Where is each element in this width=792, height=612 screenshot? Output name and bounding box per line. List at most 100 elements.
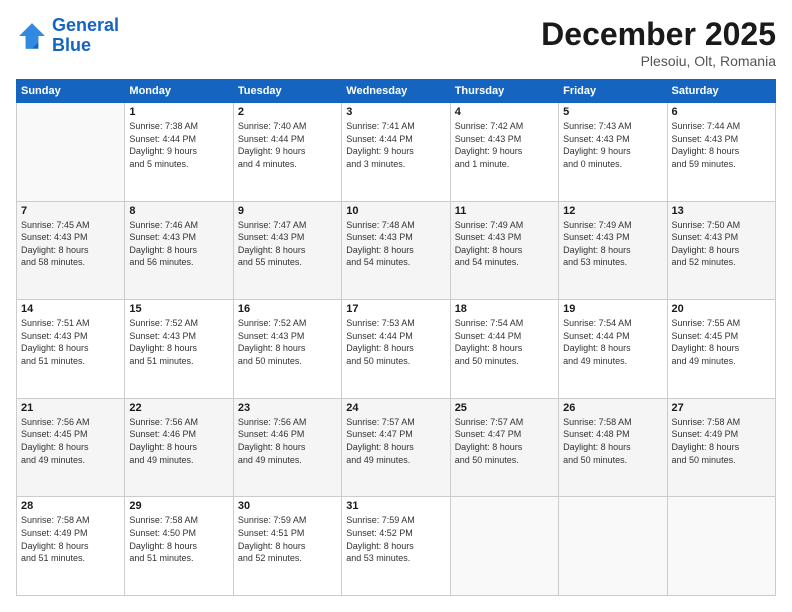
week-row-1: 1 Sunrise: 7:38 AM Sunset: 4:44 PM Daylig… bbox=[17, 103, 776, 202]
cell-w5-d0: 28 Sunrise: 7:58 AM Sunset: 4:49 PM Dayli… bbox=[17, 497, 125, 596]
header-row: Sunday Monday Tuesday Wednesday Thursday… bbox=[17, 80, 776, 103]
col-wednesday: Wednesday bbox=[342, 80, 450, 103]
day-number: 31 bbox=[346, 500, 445, 512]
cell-w1-d5: 5Sunrise: 7:43 AM Sunset: 4:43 PM Daylig… bbox=[559, 103, 667, 202]
cell-w1-d1: 1 Sunrise: 7:38 AM Sunset: 4:44 PM Daylig… bbox=[125, 103, 233, 202]
week-row-2: 7Sunrise: 7:45 AM Sunset: 4:43 PM Daylig… bbox=[17, 201, 776, 300]
col-tuesday: Tuesday bbox=[233, 80, 341, 103]
cell-w1-d2: 2 Sunrise: 7:40 AM Sunset: 4:44 PM Daylig… bbox=[233, 103, 341, 202]
cell-w1-d3: 3 Sunrise: 7:41 AM Sunset: 4:44 PM Daylig… bbox=[342, 103, 450, 202]
day-info: Sunrise: 7:58 AM Sunset: 4:49 PM Dayligh… bbox=[672, 416, 771, 466]
day-number: 15 bbox=[129, 303, 228, 315]
day-info: Sunrise: 7:55 AM Sunset: 4:45 PM Dayligh… bbox=[672, 317, 771, 367]
cell-w4-d6: 27 Sunrise: 7:58 AM Sunset: 4:49 PM Dayli… bbox=[667, 398, 775, 497]
logo-line2: Blue bbox=[52, 35, 91, 55]
cell-w1-d4: 4Sunrise: 7:42 AM Sunset: 4:43 PM Daylig… bbox=[450, 103, 558, 202]
day-number: 5 bbox=[563, 106, 662, 118]
day-info: Sunrise: 7:58 AM Sunset: 4:48 PM Dayligh… bbox=[563, 416, 662, 466]
day-info: Sunrise: 7:48 AM Sunset: 4:43 PM Dayligh… bbox=[346, 219, 445, 269]
day-number: 27 bbox=[672, 402, 771, 414]
header: General Blue December 2025 Plesoiu, Olt,… bbox=[16, 16, 776, 69]
logo-line1: General bbox=[52, 15, 119, 35]
cell-w1-d0 bbox=[17, 103, 125, 202]
cell-w4-d5: 26 Sunrise: 7:58 AM Sunset: 4:48 PM Dayli… bbox=[559, 398, 667, 497]
day-info: Sunrise: 7:52 AM Sunset: 4:43 PM Dayligh… bbox=[238, 317, 337, 367]
cell-w2-d2: 9 Sunrise: 7:47 AM Sunset: 4:43 PM Daylig… bbox=[233, 201, 341, 300]
cell-w4-d4: 25 Sunrise: 7:57 AM Sunset: 4:47 PM Dayli… bbox=[450, 398, 558, 497]
day-info: Sunrise: 7:47 AM Sunset: 4:43 PM Dayligh… bbox=[238, 219, 337, 269]
cell-w4-d1: 22 Sunrise: 7:56 AM Sunset: 4:46 PM Dayli… bbox=[125, 398, 233, 497]
day-number: 29 bbox=[129, 500, 228, 512]
day-number: 13 bbox=[672, 205, 771, 217]
month-title: December 2025 bbox=[541, 16, 776, 53]
day-info: Sunrise: 7:38 AM Sunset: 4:44 PM Dayligh… bbox=[129, 120, 228, 170]
day-info: Sunrise: 7:45 AM Sunset: 4:43 PM Dayligh… bbox=[21, 219, 120, 269]
col-friday: Friday bbox=[559, 80, 667, 103]
day-number: 2 bbox=[238, 106, 337, 118]
day-number: 1 bbox=[129, 106, 228, 118]
day-info: Sunrise: 7:41 AM Sunset: 4:44 PM Dayligh… bbox=[346, 120, 445, 170]
calendar: Sunday Monday Tuesday Wednesday Thursday… bbox=[16, 79, 776, 596]
cell-w2-d0: 7Sunrise: 7:45 AM Sunset: 4:43 PM Daylig… bbox=[17, 201, 125, 300]
week-row-4: 21Sunrise: 7:56 AM Sunset: 4:45 PM Dayli… bbox=[17, 398, 776, 497]
day-number: 8 bbox=[129, 205, 228, 217]
day-info: Sunrise: 7:54 AM Sunset: 4:44 PM Dayligh… bbox=[563, 317, 662, 367]
day-info: Sunrise: 7:59 AM Sunset: 4:51 PM Dayligh… bbox=[238, 514, 337, 564]
cell-w1-d6: 6 Sunrise: 7:44 AM Sunset: 4:43 PM Daylig… bbox=[667, 103, 775, 202]
day-info: Sunrise: 7:49 AM Sunset: 4:43 PM Dayligh… bbox=[563, 219, 662, 269]
day-info: Sunrise: 7:56 AM Sunset: 4:46 PM Dayligh… bbox=[129, 416, 228, 466]
day-number: 30 bbox=[238, 500, 337, 512]
cell-w4-d3: 24Sunrise: 7:57 AM Sunset: 4:47 PM Dayli… bbox=[342, 398, 450, 497]
day-info: Sunrise: 7:46 AM Sunset: 4:43 PM Dayligh… bbox=[129, 219, 228, 269]
cell-w5-d1: 29Sunrise: 7:58 AM Sunset: 4:50 PM Dayli… bbox=[125, 497, 233, 596]
day-info: Sunrise: 7:57 AM Sunset: 4:47 PM Dayligh… bbox=[455, 416, 554, 466]
day-number: 25 bbox=[455, 402, 554, 414]
cell-w4-d2: 23 Sunrise: 7:56 AM Sunset: 4:46 PM Dayli… bbox=[233, 398, 341, 497]
day-info: Sunrise: 7:54 AM Sunset: 4:44 PM Dayligh… bbox=[455, 317, 554, 367]
cell-w2-d5: 12 Sunrise: 7:49 AM Sunset: 4:43 PM Dayli… bbox=[559, 201, 667, 300]
day-number: 6 bbox=[672, 106, 771, 118]
cell-w5-d5 bbox=[559, 497, 667, 596]
cell-w2-d1: 8 Sunrise: 7:46 AM Sunset: 4:43 PM Daylig… bbox=[125, 201, 233, 300]
col-sunday: Sunday bbox=[17, 80, 125, 103]
day-number: 19 bbox=[563, 303, 662, 315]
day-info: Sunrise: 7:56 AM Sunset: 4:46 PM Dayligh… bbox=[238, 416, 337, 466]
cell-w5-d4 bbox=[450, 497, 558, 596]
cell-w3-d6: 20Sunrise: 7:55 AM Sunset: 4:45 PM Dayli… bbox=[667, 300, 775, 399]
day-number: 28 bbox=[21, 500, 120, 512]
cell-w5-d2: 30 Sunrise: 7:59 AM Sunset: 4:51 PM Dayli… bbox=[233, 497, 341, 596]
day-info: Sunrise: 7:58 AM Sunset: 4:49 PM Dayligh… bbox=[21, 514, 120, 564]
day-info: Sunrise: 7:44 AM Sunset: 4:43 PM Dayligh… bbox=[672, 120, 771, 170]
day-number: 9 bbox=[238, 205, 337, 217]
cell-w5-d3: 31Sunrise: 7:59 AM Sunset: 4:52 PM Dayli… bbox=[342, 497, 450, 596]
day-number: 26 bbox=[563, 402, 662, 414]
day-info: Sunrise: 7:52 AM Sunset: 4:43 PM Dayligh… bbox=[129, 317, 228, 367]
col-thursday: Thursday bbox=[450, 80, 558, 103]
cell-w5-d6 bbox=[667, 497, 775, 596]
day-number: 23 bbox=[238, 402, 337, 414]
title-block: December 2025 Plesoiu, Olt, Romania bbox=[541, 16, 776, 69]
col-monday: Monday bbox=[125, 80, 233, 103]
cell-w3-d5: 19 Sunrise: 7:54 AM Sunset: 4:44 PM Dayli… bbox=[559, 300, 667, 399]
cell-w2-d3: 10 Sunrise: 7:48 AM Sunset: 4:43 PM Dayli… bbox=[342, 201, 450, 300]
day-number: 24 bbox=[346, 402, 445, 414]
cell-w2-d6: 13Sunrise: 7:50 AM Sunset: 4:43 PM Dayli… bbox=[667, 201, 775, 300]
day-number: 14 bbox=[21, 303, 120, 315]
day-number: 17 bbox=[346, 303, 445, 315]
day-number: 3 bbox=[346, 106, 445, 118]
day-info: Sunrise: 7:49 AM Sunset: 4:43 PM Dayligh… bbox=[455, 219, 554, 269]
location: Plesoiu, Olt, Romania bbox=[541, 53, 776, 69]
day-info: Sunrise: 7:40 AM Sunset: 4:44 PM Dayligh… bbox=[238, 120, 337, 170]
page: General Blue December 2025 Plesoiu, Olt,… bbox=[0, 0, 792, 612]
day-number: 11 bbox=[455, 205, 554, 217]
cell-w3-d1: 15 Sunrise: 7:52 AM Sunset: 4:43 PM Dayli… bbox=[125, 300, 233, 399]
day-number: 12 bbox=[563, 205, 662, 217]
cell-w2-d4: 11 Sunrise: 7:49 AM Sunset: 4:43 PM Dayli… bbox=[450, 201, 558, 300]
day-number: 16 bbox=[238, 303, 337, 315]
day-number: 22 bbox=[129, 402, 228, 414]
day-number: 10 bbox=[346, 205, 445, 217]
cell-w3-d0: 14 Sunrise: 7:51 AM Sunset: 4:43 PM Dayli… bbox=[17, 300, 125, 399]
day-info: Sunrise: 7:42 AM Sunset: 4:43 PM Dayligh… bbox=[455, 120, 554, 170]
day-info: Sunrise: 7:51 AM Sunset: 4:43 PM Dayligh… bbox=[21, 317, 120, 367]
cell-w4-d0: 21Sunrise: 7:56 AM Sunset: 4:45 PM Dayli… bbox=[17, 398, 125, 497]
